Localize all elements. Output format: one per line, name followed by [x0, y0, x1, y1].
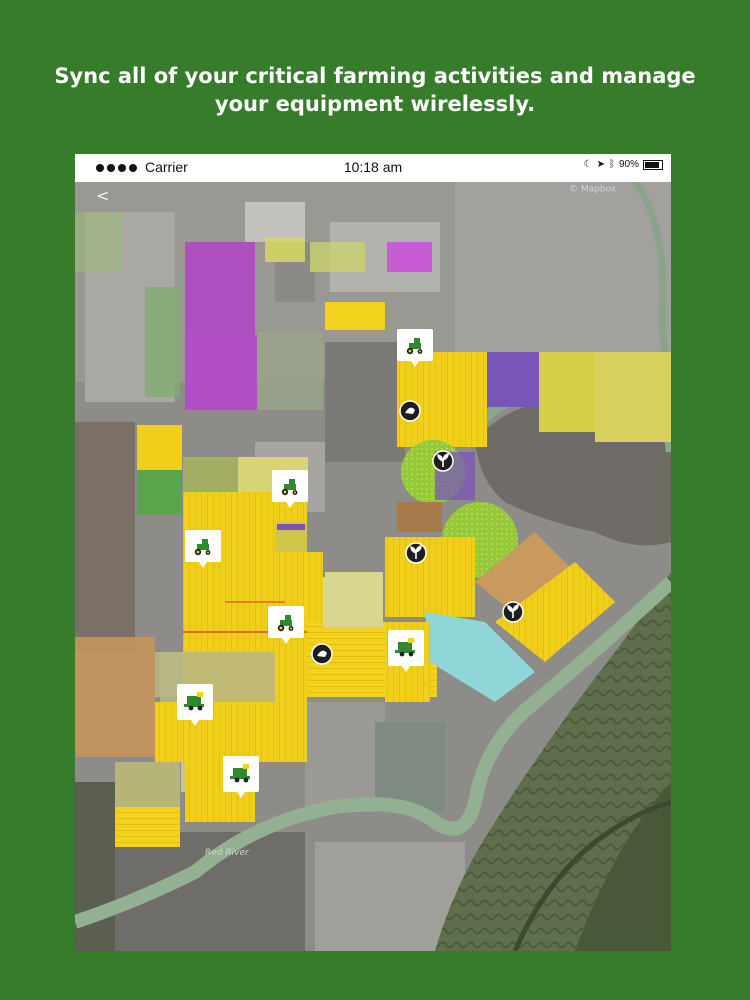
tractor-marker[interactable] — [268, 606, 304, 644]
status-time: 10:18 am — [343, 159, 403, 175]
sprayer-marker[interactable] — [399, 400, 421, 422]
back-chevron-icon[interactable]: < — [96, 186, 109, 205]
seed-marker[interactable] — [432, 450, 454, 472]
location-arrow-icon: ➤ — [596, 159, 605, 170]
bluetooth-icon: ᛒ — [608, 159, 615, 170]
tractor-marker[interactable] — [272, 470, 308, 508]
moon-icon: ☾ — [583, 159, 593, 170]
status-icons: ☾ ➤ ᛒ 90% — [584, 159, 663, 170]
seed-marker[interactable] — [405, 542, 427, 564]
battery-percent: 90% — [618, 159, 639, 170]
headline: Sync all of your critical farming activi… — [54, 64, 696, 116]
battery-icon — [643, 159, 663, 170]
sprayer-marker[interactable] — [311, 643, 333, 665]
combine-marker[interactable] — [177, 684, 213, 726]
seed-marker[interactable] — [502, 601, 524, 623]
tractor-marker[interactable] — [185, 530, 221, 568]
tractor-marker[interactable] — [397, 329, 433, 367]
marker-layer — [177, 329, 524, 798]
combine-marker[interactable] — [223, 756, 259, 798]
status-bar: Carrier 10:18 am ☾ ➤ ᛒ 90% — [75, 154, 671, 182]
combine-marker[interactable] — [388, 630, 424, 672]
